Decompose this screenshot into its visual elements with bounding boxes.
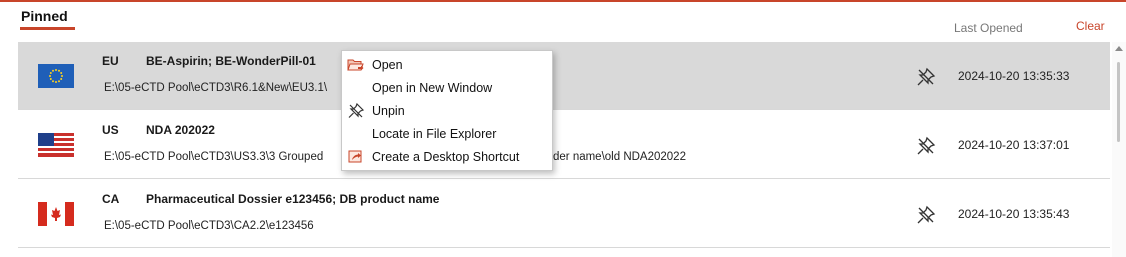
- context-menu: Open Open in New Window Unpin Locate in …: [341, 50, 553, 171]
- us-flag-icon: [38, 133, 74, 157]
- dossier-title: Pharmaceutical Dossier e123456; DB produ…: [146, 192, 440, 206]
- list-item[interactable]: CA Pharmaceutical Dossier e123456; DB pr…: [18, 180, 1110, 248]
- column-header-last-opened: Last Opened: [954, 21, 1023, 35]
- menu-item-label: Unpin: [372, 104, 405, 118]
- menu-item-label: Locate in File Explorer: [372, 127, 497, 141]
- dossier-title: NDA 202022: [146, 123, 215, 137]
- shortcut-icon: [348, 150, 362, 163]
- menu-item-label: Open: [372, 58, 403, 72]
- last-opened-date: 2024-10-20 13:35:33: [958, 69, 1070, 83]
- scrollbar-thumb[interactable]: [1117, 62, 1120, 142]
- pin-icon[interactable]: [915, 135, 937, 157]
- vertical-scrollbar[interactable]: [1112, 42, 1126, 257]
- dossier-path: E:\05-eCTD Pool\eCTD3\CA2.2\e123456: [104, 220, 314, 232]
- list-item[interactable]: US NDA 202022 E:\05-eCTD Pool\eCTD3\US3.…: [18, 111, 1110, 179]
- menu-item-open[interactable]: Open: [342, 53, 552, 76]
- open-folder-icon: [347, 59, 364, 71]
- unpin-icon: [348, 102, 365, 118]
- menu-item-label: Create a Desktop Shortcut: [372, 150, 520, 164]
- region-code: US: [102, 123, 119, 137]
- tab-active-underline: [20, 27, 75, 30]
- menu-item-locate-in-file-explorer[interactable]: Locate in File Explorer: [342, 122, 552, 145]
- dossier-path: E:\05-eCTD Pool\eCTD3\US3.3\3 Grouped: [104, 151, 324, 163]
- dossier-title: BE-Aspirin; BE-WonderPill-01: [146, 54, 316, 68]
- list-item[interactable]: EU BE-Aspirin; BE-WonderPill-01 E:\05-eC…: [18, 42, 1110, 110]
- menu-item-open-in-new-window[interactable]: Open in New Window: [342, 76, 552, 99]
- dossier-path-suffix: der name\old NDA202022: [553, 151, 686, 163]
- clear-button[interactable]: Clear: [1076, 19, 1105, 33]
- tab-pinned[interactable]: Pinned: [21, 8, 68, 24]
- scroll-up-arrow-icon[interactable]: [1115, 46, 1123, 51]
- top-accent-bar: [0, 0, 1126, 2]
- menu-item-unpin[interactable]: Unpin: [342, 99, 552, 122]
- pin-icon[interactable]: [915, 204, 937, 226]
- last-opened-date: 2024-10-20 13:37:01: [958, 138, 1070, 152]
- menu-item-create-desktop-shortcut[interactable]: Create a Desktop Shortcut: [342, 145, 552, 168]
- eu-flag-icon: [38, 64, 74, 88]
- ca-flag-icon: [38, 202, 74, 226]
- dossier-path: E:\05-eCTD Pool\eCTD3\R6.1&New\EU3.1\: [104, 82, 328, 94]
- last-opened-date: 2024-10-20 13:35:43: [958, 207, 1070, 221]
- menu-item-label: Open in New Window: [372, 81, 493, 95]
- region-code: CA: [102, 192, 120, 206]
- region-code: EU: [102, 54, 119, 68]
- pin-icon[interactable]: [915, 66, 937, 88]
